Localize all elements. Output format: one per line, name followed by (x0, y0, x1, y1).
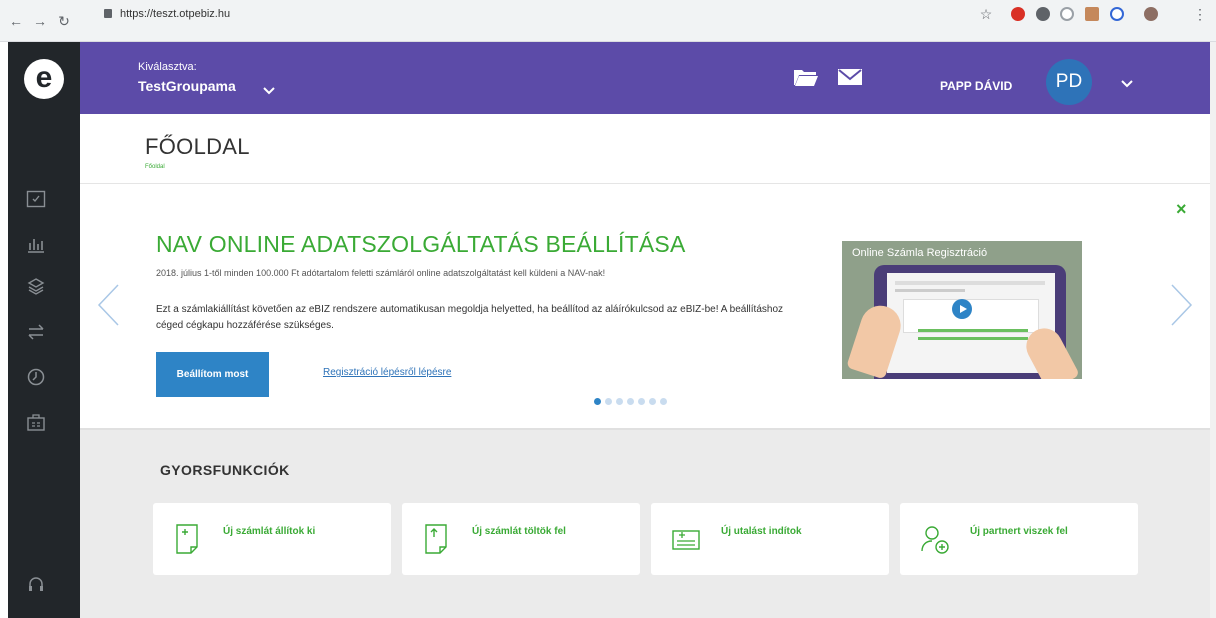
mail-icon[interactable] (837, 67, 863, 92)
screen-line (918, 329, 1028, 332)
upload-invoice-icon (422, 523, 452, 555)
carousel-dot[interactable] (638, 398, 645, 405)
carousel-dot[interactable] (627, 398, 634, 405)
chevron-down-icon[interactable] (1120, 76, 1134, 94)
setup-now-button[interactable]: Beállítom most (156, 352, 269, 397)
folder-icon[interactable] (793, 67, 819, 92)
quick-card-add-partner[interactable]: Új partnert viszek fel (900, 503, 1138, 575)
add-partner-icon (920, 523, 950, 555)
page-scrollbar[interactable] (1210, 42, 1216, 618)
page-title-bar: FŐOLDAL Főoldal (80, 114, 1210, 184)
chevron-down-icon[interactable] (262, 83, 276, 101)
play-icon[interactable] (952, 299, 972, 319)
layers-icon[interactable] (26, 276, 46, 296)
extension-icon[interactable] (1060, 7, 1074, 21)
extension-icon[interactable] (1110, 7, 1124, 21)
video-thumbnail[interactable]: Online Számla Regisztráció (842, 241, 1082, 379)
address-bar-url: https://teszt.otpebiz.hu (120, 8, 231, 20)
briefcase-icon[interactable] (26, 412, 46, 432)
bookmark-star-icon[interactable]: ☆ (978, 6, 994, 22)
dashboard-icon[interactable] (26, 189, 46, 209)
browser-menu-icon[interactable]: ⋮ (1192, 6, 1208, 22)
main-sidebar: e (8, 42, 80, 618)
reload-icon[interactable]: ↻ (56, 13, 72, 29)
adblock-extension-icon[interactable] (1011, 7, 1025, 21)
ebiz-logo[interactable]: e (24, 59, 64, 99)
address-bar[interactable]: https://teszt.otpebiz.hu (104, 6, 964, 22)
new-transfer-icon (671, 523, 701, 555)
quick-card-label: Új partnert viszek fel (970, 526, 1068, 537)
transfer-icon[interactable] (26, 322, 46, 342)
announcement-carousel: × NAV ONLINE ADATSZOLGÁLTATÁS BEÁLLÍTÁSA… (80, 185, 1210, 430)
extension-icon[interactable] (1085, 7, 1099, 21)
carousel-dots (594, 398, 667, 405)
section-title: GYORSFUNKCIÓK (160, 462, 290, 478)
selected-company-label: Kiválasztva: (138, 61, 197, 73)
company-selector[interactable]: TestGroupama (138, 78, 236, 94)
new-invoice-icon (173, 523, 203, 555)
clock-icon[interactable] (26, 367, 46, 387)
chart-icon[interactable] (26, 234, 46, 254)
close-icon[interactable]: × (1176, 199, 1187, 220)
top-header: Kiválasztva: TestGroupama PAPP DÁVID PD (80, 42, 1210, 114)
quick-card-label: Új számlát töltök fel (472, 526, 566, 537)
avatar[interactable]: PD (1046, 59, 1092, 105)
page-title: FŐOLDAL (145, 134, 250, 159)
video-title: Online Számla Regisztráció (852, 247, 988, 259)
profile-avatar-icon[interactable] (1144, 7, 1158, 21)
carousel-dot[interactable] (660, 398, 667, 405)
back-arrow-icon[interactable]: ← (8, 13, 24, 29)
carousel-prev-arrow-icon[interactable] (96, 283, 120, 332)
registration-guide-link[interactable]: Regisztráció lépésről lépésre (323, 367, 451, 378)
banner-subline: 2018. július 1-től minden 100.000 Ft adó… (156, 268, 606, 278)
breadcrumb[interactable]: Főoldal (145, 164, 165, 170)
quick-card-label: Új utalást indítok (721, 526, 802, 537)
screen-line (918, 337, 1028, 340)
carousel-next-arrow-icon[interactable] (1170, 283, 1194, 332)
carousel-dot[interactable] (649, 398, 656, 405)
carousel-dot[interactable] (605, 398, 612, 405)
lock-icon (104, 9, 112, 18)
banner-headline: NAV ONLINE ADATSZOLGÁLTATÁS BEÁLLÍTÁSA (156, 231, 686, 257)
carousel-dot[interactable] (594, 398, 601, 405)
quick-card-label: Új számlát állítok ki (223, 526, 316, 537)
user-name[interactable]: PAPP DÁVID (940, 79, 1012, 93)
quick-functions-section: GYORSFUNKCIÓK Új számlát állítok ki Új s… (80, 430, 1210, 618)
headset-icon[interactable] (26, 574, 46, 594)
extension-icon[interactable] (1036, 7, 1050, 21)
forward-arrow-icon[interactable]: → (32, 13, 48, 29)
carousel-dot[interactable] (616, 398, 623, 405)
quick-card-new-invoice[interactable]: Új számlát állítok ki (153, 503, 391, 575)
quick-card-new-transfer[interactable]: Új utalást indítok (651, 503, 889, 575)
quick-card-upload-invoice[interactable]: Új számlát töltök fel (402, 503, 640, 575)
banner-description: Ezt a számlakiállítást követően az eBIZ … (156, 304, 784, 331)
browser-chrome: ← → ↻ https://teszt.otpebiz.hu ☆ ⋮ (0, 0, 1216, 42)
